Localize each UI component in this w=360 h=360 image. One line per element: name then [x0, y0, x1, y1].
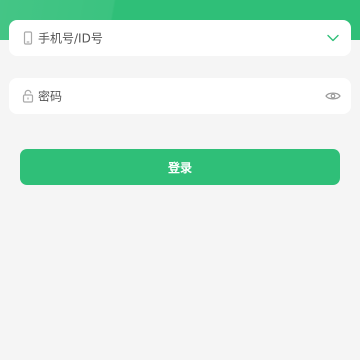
chevron-down-icon[interactable] — [325, 30, 341, 46]
lock-icon — [21, 89, 35, 103]
account-field[interactable]: 手机号/ID号 — [9, 20, 351, 56]
login-button[interactable]: 登录 — [20, 149, 340, 185]
password-field[interactable]: 密码 — [9, 78, 351, 114]
password-placeholder: 密码 — [38, 89, 63, 104]
phone-icon — [21, 31, 35, 45]
login-page: 手机号/ID号 密码 登录 — [0, 0, 360, 360]
account-placeholder: 手机号/ID号 — [38, 31, 103, 46]
eye-icon[interactable] — [325, 88, 341, 104]
